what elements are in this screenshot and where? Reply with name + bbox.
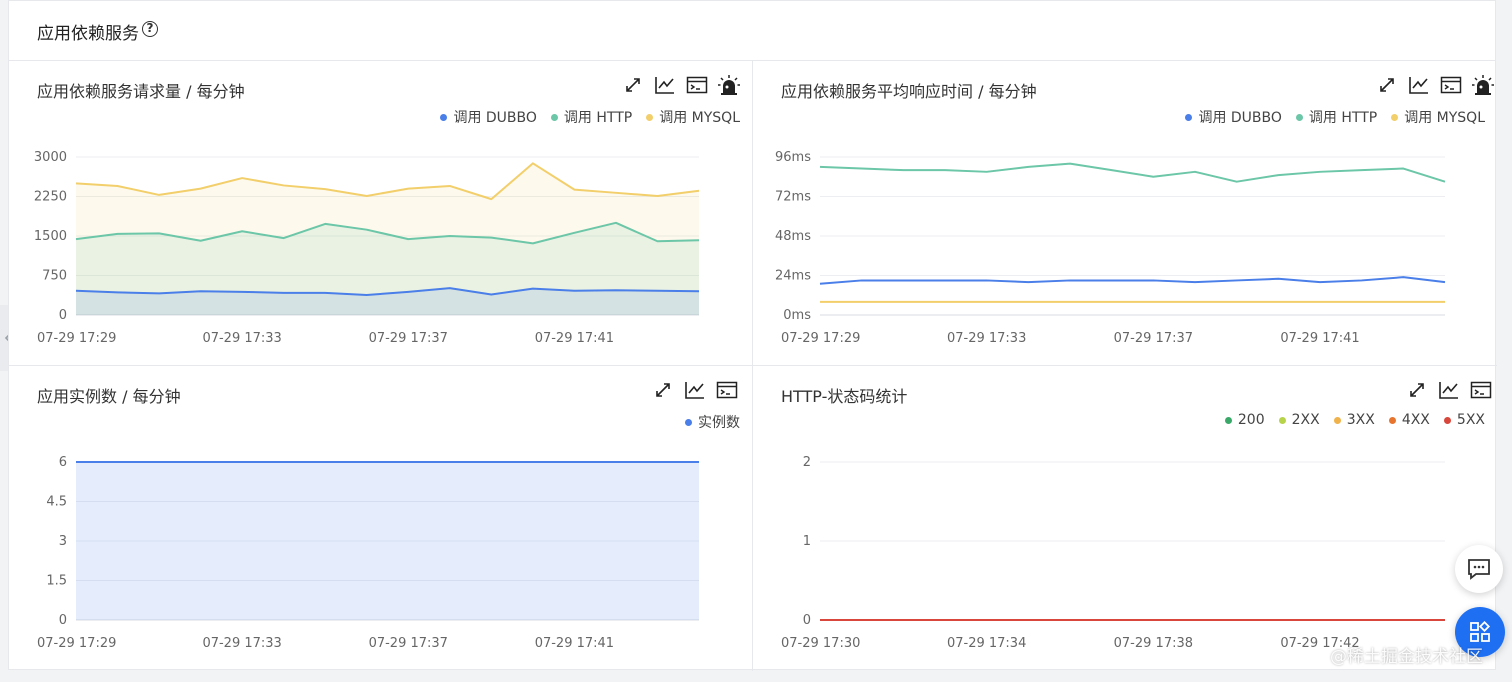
y-tick-label: 48ms: [775, 229, 811, 244]
watermark: @稀土掘金技术社区: [1330, 647, 1483, 667]
y-tick-label: 2250: [34, 190, 67, 205]
help-icon[interactable]: ?: [142, 21, 158, 37]
y-tick-label: 750: [42, 269, 67, 284]
x-tick-label: 07-29 17:38: [1114, 636, 1193, 651]
series-line: [819, 162, 1446, 183]
y-tick-label: 96ms: [775, 150, 811, 165]
y-tick-label: 6: [59, 455, 67, 470]
y-tick-label: 1500: [34, 229, 67, 244]
y-tick-label: 1: [803, 534, 811, 549]
chat-button[interactable]: [1455, 545, 1503, 593]
x-tick-label: 07-29 17:33: [202, 636, 281, 651]
chart-panel-request-count: 应用依赖服务请求量 / 每分钟 调用 DUBBO 调用 HTTP 调用 MYSQL …: [9, 61, 753, 366]
y-tick-label: 4.5: [46, 495, 67, 510]
card-header: 应用依赖服务 ?: [9, 1, 1495, 61]
chart-svg: 0ms 24ms 48ms 72ms 96ms 07-29 17:29 07-29 17:3…: [775, 150, 1446, 346]
chart-svg: 0 1.5 3 4.5 6 07-29 17:29 07-29 17:33 07-29 17:…: [37, 455, 699, 651]
series-area: [76, 462, 699, 620]
y-tick-label: 72ms: [775, 190, 811, 205]
chart-svg: 01207-29 17:30 07-29 17:34 07-29 17:38 07-2…: [781, 455, 1445, 651]
y-tick-label: 3000: [34, 150, 67, 165]
x-tick-label: 07-29 17:33: [202, 331, 281, 346]
chat-icon: [1468, 559, 1490, 580]
x-tick-label: 07-29 17:29: [37, 331, 116, 346]
x-tick-label: 07-29 17:41: [535, 636, 614, 651]
y-tick-label: 0: [59, 613, 67, 628]
series-line: [819, 276, 1446, 285]
y-tick-label: 24ms: [775, 269, 811, 284]
x-tick-label: 07-29 17:34: [947, 636, 1026, 651]
x-tick-label: 07-29 17:30: [781, 636, 860, 651]
apps-icon: [1470, 620, 1491, 642]
y-tick-label: 0: [803, 613, 811, 628]
x-tick-label: 07-29 17:37: [369, 636, 448, 651]
y-tick-label: 0ms: [783, 308, 811, 323]
x-tick-label: 07-29 17:41: [535, 331, 614, 346]
y-tick-label: 2: [803, 455, 811, 470]
chart-svg: 0 750 1500 2250 3000 07-29 17:29 07-29 17:33 07…: [34, 150, 700, 346]
dependency-services-card: 应用依赖服务 ? 应用依赖服务请求量 / 每分钟 调用 DUBBO 调用 HTTP…: [8, 0, 1497, 671]
chart-panel-http-status: HTTP-状态码统计 200 2XX 3XX 4XX 5XX 0 1 2 07-29 17:3…: [753, 366, 1497, 671]
chart-panel-instance-count: 应用实例数 / 每分钟 实例数 0 1.5 3 4.5 6 07-29 17:29 07-2…: [9, 366, 753, 671]
x-tick-label: 07-29 17:41: [1280, 331, 1359, 346]
card-title: 应用依赖服务: [37, 24, 139, 44]
x-tick-label: 07-29 17:29: [37, 636, 116, 651]
x-tick-label: 07-29 17:33: [947, 331, 1026, 346]
x-tick-label: 07-29 17:37: [369, 331, 448, 346]
x-tick-label: 07-29 17:37: [1114, 331, 1193, 346]
y-tick-label: 0: [59, 308, 67, 323]
y-tick-label: 1.5: [46, 574, 67, 589]
x-tick-label: 07-29 17:29: [781, 331, 860, 346]
chart-panel-avg-response-time: 应用依赖服务平均响应时间 / 每分钟 调用 DUBBO 调用 HTTP 调用 MYS…: [753, 61, 1497, 366]
y-tick-label: 3: [59, 534, 67, 549]
